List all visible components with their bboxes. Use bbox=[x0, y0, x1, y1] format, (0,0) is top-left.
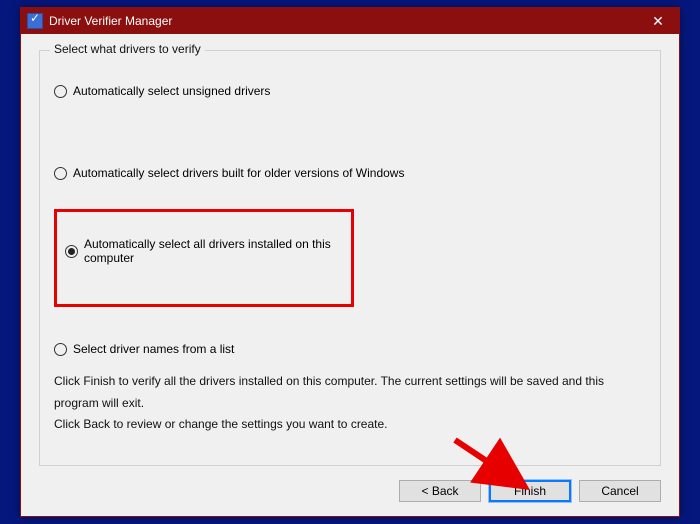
annotation-highlight: Automatically select all drivers install… bbox=[54, 209, 354, 307]
back-button[interactable]: < Back bbox=[399, 480, 481, 502]
instructions-line: Click Back to review or change the setti… bbox=[54, 414, 646, 436]
radio-unsigned-drivers[interactable]: Automatically select unsigned drivers bbox=[54, 81, 646, 101]
driver-select-group: Select what drivers to verify Automatica… bbox=[39, 50, 661, 466]
radio-icon bbox=[54, 85, 67, 98]
cancel-button[interactable]: Cancel bbox=[579, 480, 661, 502]
radio-label: Automatically select unsigned drivers bbox=[73, 84, 270, 98]
radio-all-installed-drivers[interactable]: Automatically select all drivers install… bbox=[65, 234, 341, 268]
button-row: < Back Finish Cancel bbox=[39, 466, 661, 502]
instructions: Click Finish to verify all the drivers i… bbox=[54, 371, 646, 436]
titlebar[interactable]: Driver Verifier Manager ✕ bbox=[21, 8, 679, 34]
radio-icon bbox=[54, 343, 67, 356]
window-title: Driver Verifier Manager bbox=[49, 14, 637, 28]
close-button[interactable]: ✕ bbox=[637, 8, 679, 34]
close-icon: ✕ bbox=[652, 13, 664, 30]
instructions-line: Click Finish to verify all the drivers i… bbox=[54, 371, 646, 414]
client-area: Select what drivers to verify Automatica… bbox=[21, 34, 679, 516]
radio-older-windows-drivers[interactable]: Automatically select drivers built for o… bbox=[54, 163, 646, 183]
dialog-window: Driver Verifier Manager ✕ Select what dr… bbox=[20, 7, 680, 517]
radio-icon bbox=[54, 167, 67, 180]
finish-button[interactable]: Finish bbox=[489, 480, 571, 502]
radio-label: Automatically select drivers built for o… bbox=[73, 166, 404, 180]
radio-select-from-list[interactable]: Select driver names from a list bbox=[54, 339, 646, 359]
radio-label: Select driver names from a list bbox=[73, 342, 234, 356]
radio-label: Automatically select all drivers install… bbox=[84, 237, 341, 265]
group-legend: Select what drivers to verify bbox=[50, 42, 205, 56]
app-icon bbox=[27, 13, 43, 29]
radio-icon bbox=[65, 245, 78, 258]
